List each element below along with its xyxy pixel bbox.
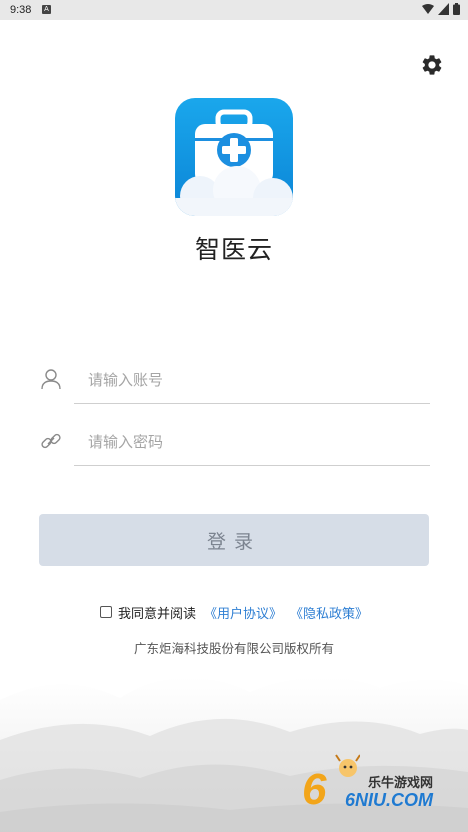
app-logo [175, 98, 293, 216]
gear-icon [422, 55, 442, 75]
agreement-text: 我同意并阅读 [117, 606, 196, 622]
status-icons [422, 3, 460, 15]
battery-icon [453, 3, 460, 15]
user-icon [41, 369, 61, 390]
app-name: 智医云 [194, 235, 273, 264]
user-agreement-link[interactable]: 《用户协议》 [204, 603, 282, 622]
agreement-row: 我同意并阅读 《用户协议》 《隐私政策》 [0, 601, 468, 623]
account-field-row [36, 356, 430, 404]
password-field-row [36, 418, 430, 466]
cellular-icon [438, 3, 449, 15]
watermark-site-name: 乐牛游戏网 [368, 776, 434, 791]
privacy-policy-link[interactable]: 《隐私政策》 [290, 603, 368, 622]
link-icon [41, 433, 61, 449]
notification-icon: A [42, 5, 51, 14]
svg-text:6: 6 [302, 765, 327, 812]
medical-kit-icon [175, 109, 293, 216]
login-button[interactable]: 登录 [39, 514, 429, 566]
account-input[interactable] [74, 356, 430, 404]
status-bar: 9:38 A [0, 0, 468, 20]
site-watermark: 6 乐牛游戏网 6NIU.COM [300, 752, 460, 814]
password-input[interactable] [74, 418, 430, 466]
settings-button[interactable] [420, 53, 444, 77]
status-time: 9:38 [10, 4, 32, 16]
agree-checkbox[interactable] [99, 606, 112, 618]
wifi-icon [422, 4, 434, 14]
watermark-domain: 6NIU.COM [345, 790, 434, 810]
